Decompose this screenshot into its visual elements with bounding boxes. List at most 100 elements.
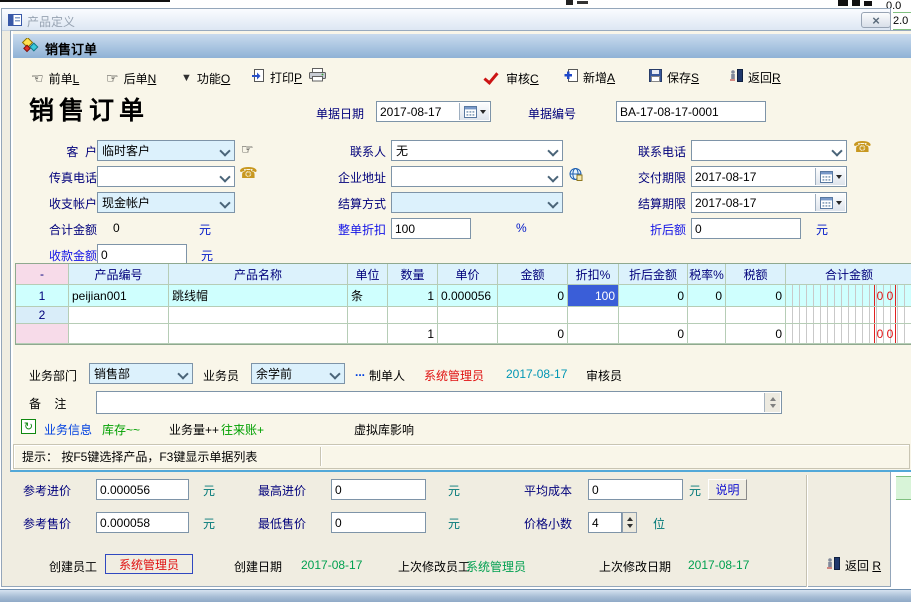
amount-digit-grid: 0 0 — [786, 324, 911, 344]
add-button[interactable]: 新增A — [564, 67, 615, 87]
fax-combo[interactable] — [97, 166, 235, 187]
created-by-value: 系统管理员 — [105, 554, 193, 574]
total-amount: 0 — [498, 324, 568, 344]
doc-no-label: 单据编号 — [528, 105, 576, 122]
contact-combo[interactable]: 无 — [391, 140, 563, 161]
explain-button[interactable]: 说明 — [708, 479, 747, 500]
receipt-unit: 元 — [201, 247, 213, 264]
phone-icon[interactable]: ☎ — [853, 140, 872, 155]
calendar-dropdown-button[interactable] — [815, 194, 845, 211]
save-button[interactable]: 保存S — [649, 67, 699, 87]
return-button-bottom[interactable]: 返回 R — [826, 555, 881, 575]
background-fragment — [566, 0, 573, 5]
total-after-discount: 0 — [619, 324, 688, 344]
background-fragment — [852, 0, 860, 6]
remark-input[interactable] — [96, 391, 782, 414]
print-button[interactable]: 打印P — [251, 67, 302, 87]
close-button[interactable]: × — [861, 12, 891, 28]
doc-no-input[interactable] — [616, 101, 766, 122]
customer-combo[interactable]: 临时客户 — [97, 140, 235, 161]
yuan-unit: 元 — [448, 515, 460, 532]
created-by-label: 创建员工 — [49, 558, 97, 575]
deliver-date-field[interactable]: 2017-08-17 — [691, 166, 847, 187]
modified-date-value: 2017-08-17 — [688, 558, 749, 572]
calendar-dropdown-button[interactable] — [459, 103, 489, 120]
deliver-label: 交付期限 — [626, 169, 686, 186]
doc-date-field[interactable]: 2017-08-17 — [376, 101, 491, 122]
next-order-button[interactable]: ☞ 后单N — [106, 68, 156, 88]
exit-icon — [729, 69, 743, 85]
contact-label: 联系人 — [326, 143, 386, 160]
amount-digit-grid[interactable]: 0 0 — [786, 285, 911, 307]
amount-digit-grid[interactable] — [786, 307, 911, 324]
check-icon — [483, 69, 498, 85]
refresh-icon[interactable]: ↻ — [21, 419, 36, 434]
settle-date-field[interactable]: 2017-08-17 — [691, 192, 847, 213]
ledger-link[interactable]: 往来账+ — [221, 421, 264, 438]
functions-button[interactable]: ▼ 功能O — [181, 68, 230, 88]
dept-combo[interactable]: 销售部 — [89, 363, 193, 384]
remark-scroll-buttons[interactable] — [764, 393, 780, 412]
decimals-input[interactable] — [588, 512, 622, 533]
after-discount-label: 折后额 — [626, 221, 686, 238]
new-doc-icon — [564, 69, 578, 85]
after-discount-input[interactable] — [691, 218, 801, 239]
calendar-dropdown-button[interactable] — [815, 168, 845, 185]
chevron-down-icon — [547, 145, 558, 156]
chevron-down-icon — [219, 197, 230, 208]
background-fragment — [577, 1, 588, 4]
virtual-stock-link[interactable]: 虚拟库影响 — [354, 421, 414, 438]
prev-order-button[interactable]: ☜ 前单L — [31, 68, 79, 88]
order-window-titlebar: 销售订单 — [13, 34, 911, 58]
fax-phone-icon[interactable]: ☎ — [239, 166, 258, 181]
printer-icon[interactable] — [309, 68, 326, 85]
ref-sell-label: 参考售价 — [23, 515, 71, 532]
salesman-label: 业务员 — [203, 367, 239, 384]
order-window-title: 销售订单 — [45, 39, 97, 58]
customer-label: 客 户 — [29, 143, 97, 160]
decimals-unit: 位 — [653, 515, 665, 532]
ref-sell-input[interactable] — [96, 512, 189, 533]
items-table: - 产品编号 产品名称 单位 数量 单价 金额 折扣% 折后金额 税率% 税额 … — [15, 263, 911, 345]
window-title: 产品定义 — [27, 13, 75, 30]
avg-cost-input[interactable] — [588, 479, 683, 500]
form-title: 销售订单 — [29, 91, 149, 127]
table-total-row: 1 0 0 0 0 0 — [16, 324, 911, 344]
paytype-combo[interactable] — [391, 192, 563, 213]
chevron-down-icon — [177, 368, 188, 379]
audit-button[interactable]: 审核C — [484, 68, 539, 88]
discount-input[interactable] — [391, 218, 471, 239]
hand-right-icon: ☞ — [106, 71, 119, 85]
address-combo[interactable] — [391, 166, 563, 187]
receipt-input[interactable] — [97, 244, 187, 265]
order-window-icon — [21, 38, 41, 57]
after-discount-unit: 元 — [816, 221, 828, 238]
hand-left-icon: ☜ — [31, 71, 44, 85]
phone-combo[interactable] — [691, 140, 847, 161]
max-buy-input[interactable] — [331, 479, 426, 500]
maker-date: 2017-08-17 — [506, 367, 567, 381]
total-qty: 1 — [388, 324, 438, 344]
salesman-combo[interactable]: 余学前 — [251, 363, 345, 384]
globe-icon[interactable] — [569, 167, 583, 184]
chevron-down-icon — [831, 145, 842, 156]
more-button[interactable]: ... — [355, 365, 365, 379]
decimals-stepper[interactable] — [622, 512, 637, 533]
chevron-down-icon — [547, 171, 558, 182]
selected-cell[interactable]: 100 — [568, 285, 619, 307]
business-info-link[interactable]: 业务信息 — [44, 421, 92, 438]
hint-text: 提示： 按F5键选择产品，F3键显示单据列表 — [14, 448, 257, 465]
stock-link[interactable]: 库存~~ — [102, 421, 140, 438]
return-button[interactable]: 返回R — [729, 67, 781, 87]
screen: 0.0 2.0 产品定义 × 参考进价 元 最高进价 元 平均成本 元 说明 参… — [0, 0, 911, 602]
dept-label: 业务部门 — [29, 367, 77, 384]
bottom-strip — [0, 589, 911, 602]
customer-pick-icon[interactable]: ☞ — [241, 142, 254, 156]
table-row: 2 — [16, 307, 911, 324]
ref-buy-input[interactable] — [96, 479, 189, 500]
min-sell-input[interactable] — [331, 512, 426, 533]
volume-link[interactable]: 业务量++ — [169, 421, 219, 438]
account-combo[interactable]: 现金帐户 — [97, 192, 235, 213]
yuan-unit: 元 — [203, 515, 215, 532]
paytype-label: 结算方式 — [326, 195, 386, 212]
